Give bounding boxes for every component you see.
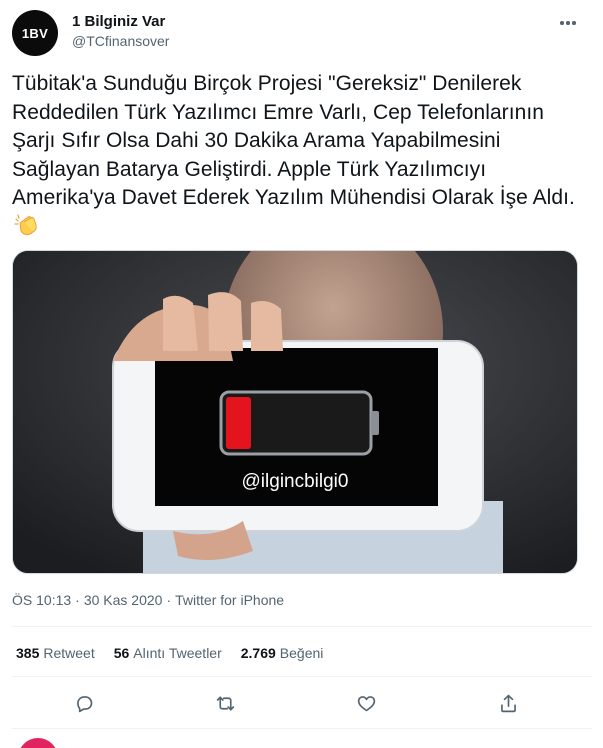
share-icon[interactable]: [493, 688, 523, 718]
like-icon[interactable]: [351, 688, 381, 718]
media-watermark: @ilgincbilgi0: [242, 471, 349, 492]
quote-stat[interactable]: 56 Alıntı Tweetler: [114, 644, 222, 662]
photo-battery-phone: @ilgincbilgi0: [13, 251, 577, 573]
retweet-stat[interactable]: 385 Retweet: [16, 644, 95, 662]
like-label: Beğeni: [279, 645, 324, 661]
author-display-name[interactable]: 1 Bilginiz Var: [72, 12, 169, 31]
divider: [12, 728, 592, 729]
retweet-label: Retweet: [43, 645, 95, 661]
quote-count: 56: [113, 645, 130, 661]
tweet-actions: [12, 688, 592, 718]
divider: [12, 626, 592, 627]
tweet-stats: 385 Retweet 56 Alıntı Tweetler 2.769 Beğeni: [16, 644, 323, 662]
tweet-image[interactable]: @ilgincbilgi0: [12, 250, 578, 574]
tweet-text-content: Tübitak'a Sunduğu Birçok Projesi "Gereks…: [12, 72, 575, 210]
author-names: 1 Bilginiz Var @TCfinansover: [72, 12, 169, 51]
meta-separator: ·: [166, 592, 172, 608]
tweet-source[interactable]: Twitter for iPhone: [175, 592, 284, 608]
tweet-header: 1BV 1 Bilginiz Var @TCfinansover: [12, 10, 592, 58]
divider: [12, 676, 592, 677]
tweet-meta: ÖS 10:13 · 30 Kas 2020 · Twitter for iPhone: [12, 591, 284, 609]
like-count: 2.769: [240, 645, 276, 661]
like-stat[interactable]: 2.769 Beğeni: [241, 644, 324, 662]
tweet-date[interactable]: 30 Kas 2020: [84, 592, 163, 608]
author-avatar[interactable]: 1BV: [12, 10, 58, 56]
reply-icon[interactable]: [69, 688, 99, 718]
tweet-text: Tübitak'a Sunduğu Birçok Projesi "Gereks…: [12, 70, 592, 242]
quote-label: Alıntı Tweetler: [133, 645, 222, 661]
more-options-icon[interactable]: [560, 16, 582, 30]
next-tweet-avatar[interactable]: [18, 738, 58, 748]
author-handle[interactable]: @TCfinansover: [72, 31, 169, 51]
tweet-time[interactable]: ÖS 10:13: [12, 592, 71, 608]
retweet-icon[interactable]: [210, 688, 240, 718]
meta-separator: ·: [75, 592, 80, 608]
retweet-count: 385: [16, 645, 40, 661]
clapping-hands-icon: [14, 214, 37, 236]
